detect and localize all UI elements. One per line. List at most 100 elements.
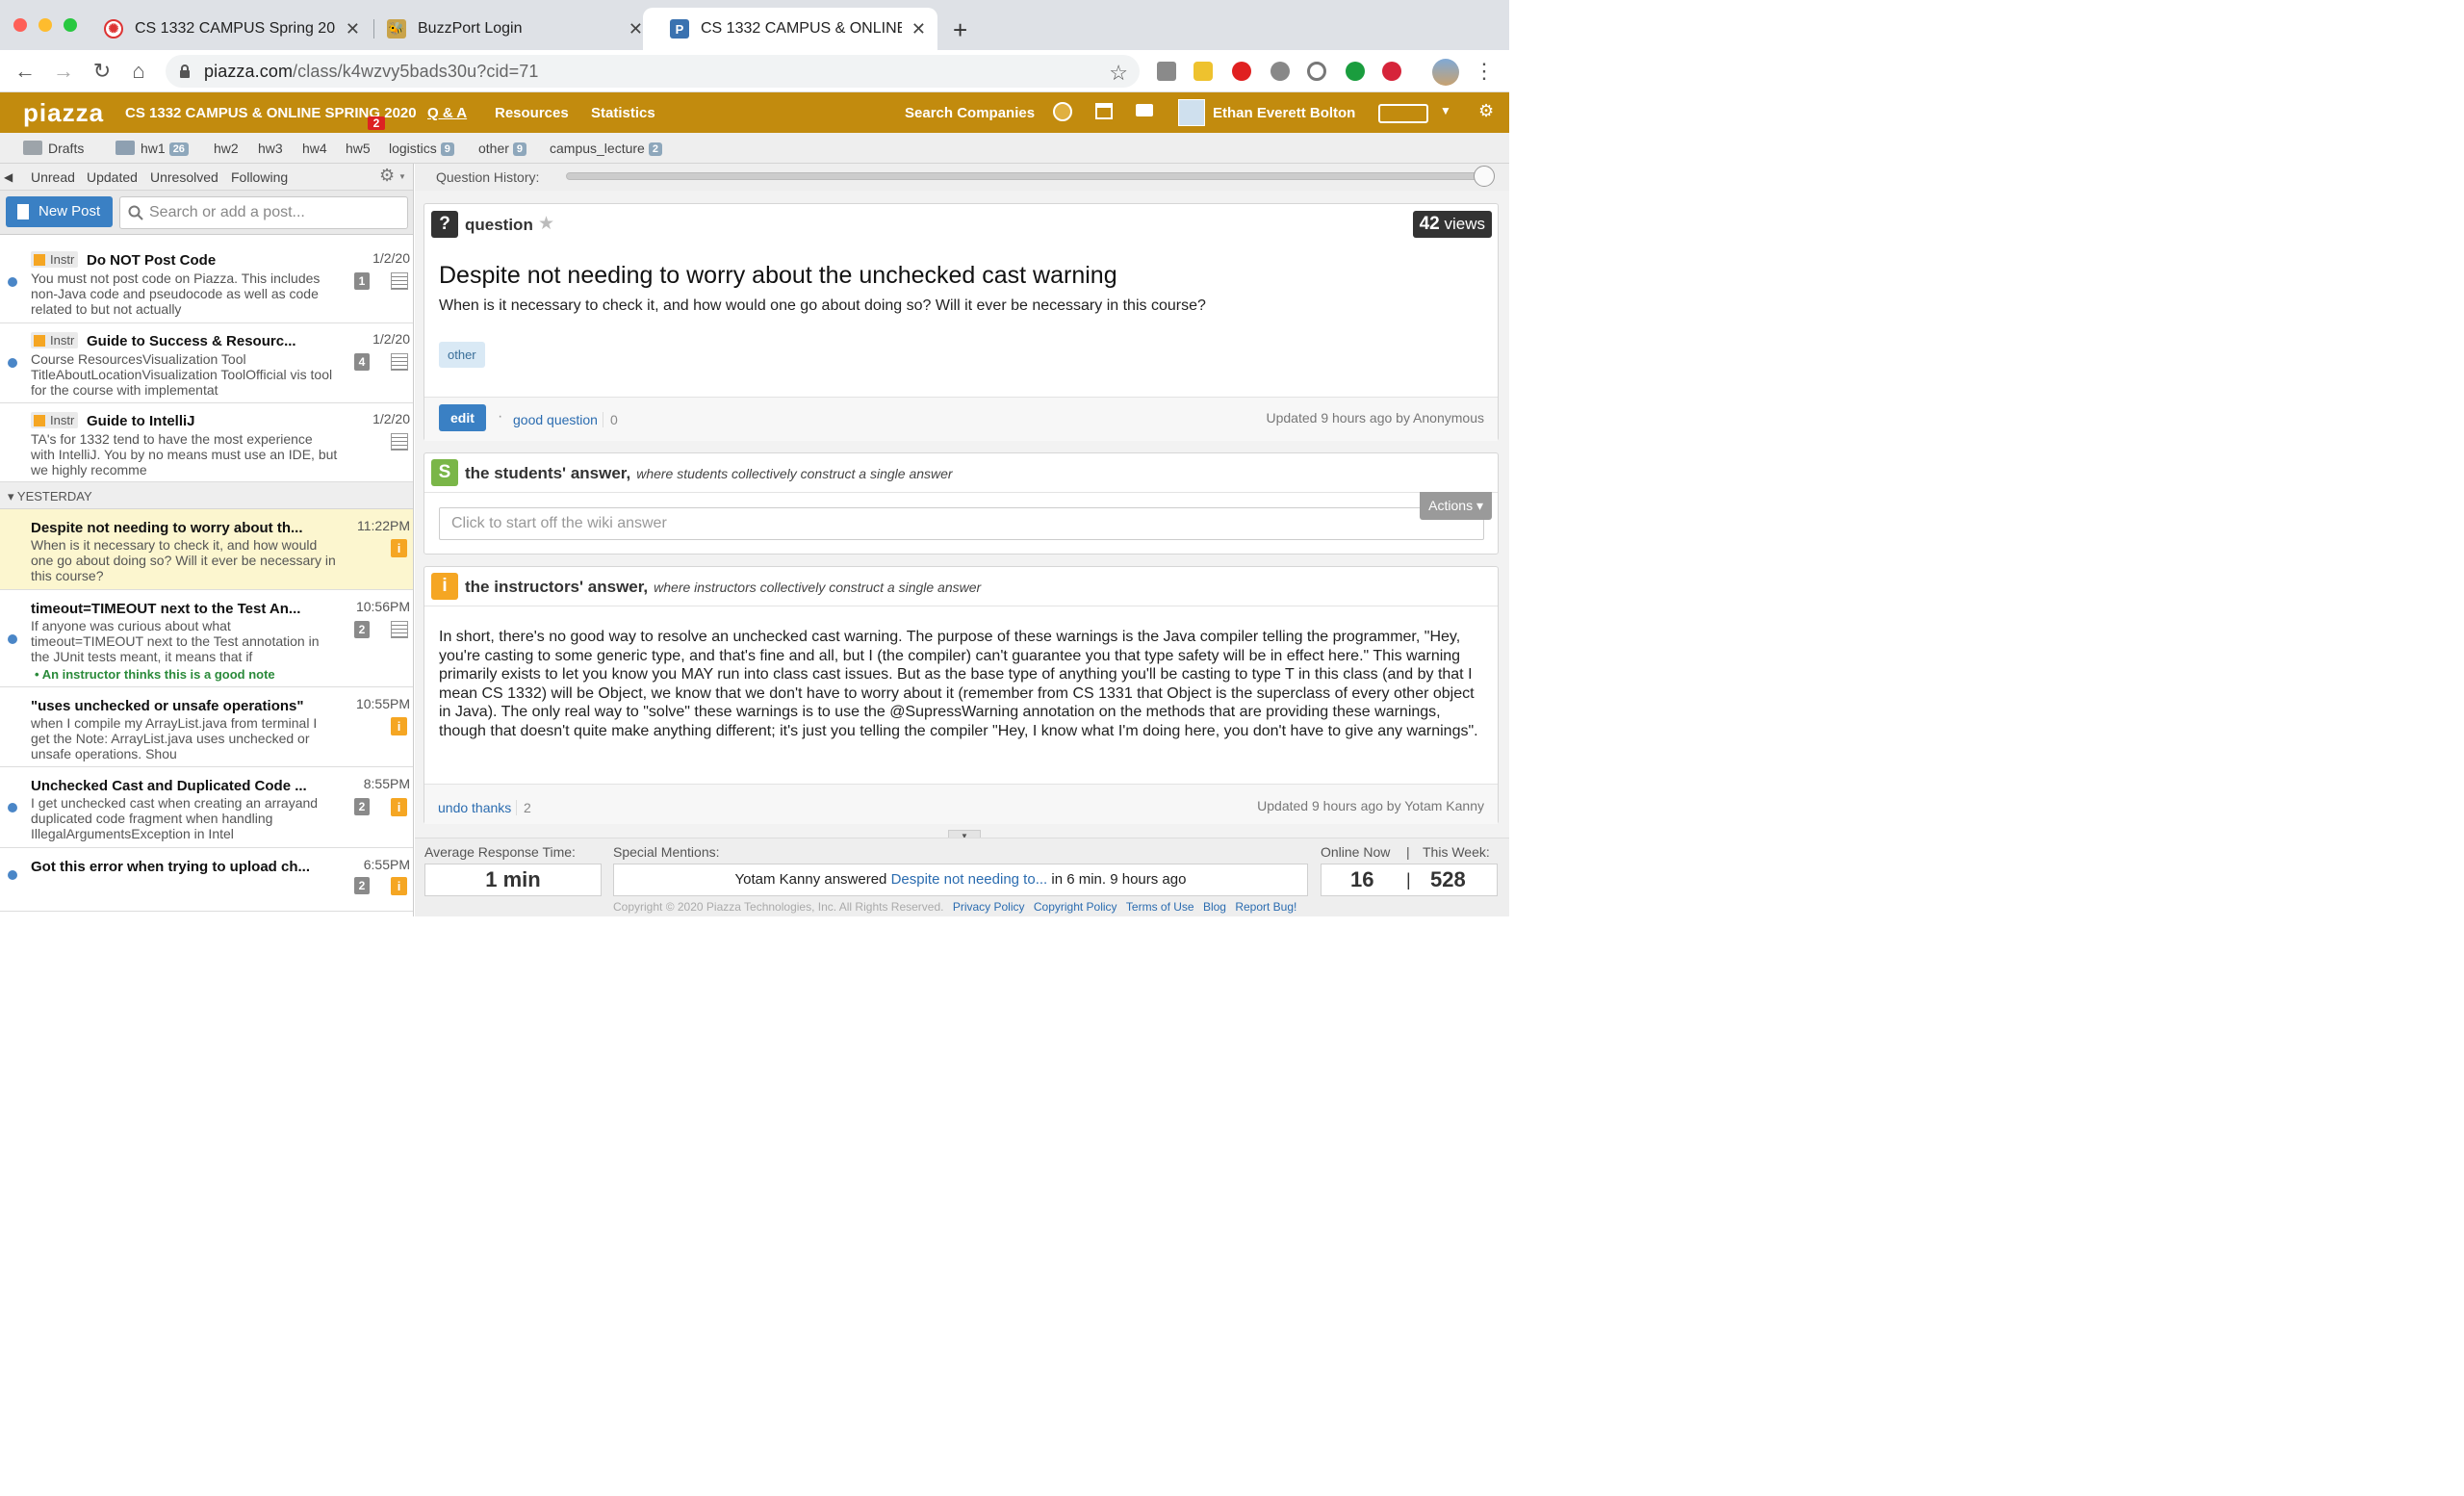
footer-link-privacy[interactable]: Privacy Policy	[953, 900, 1025, 914]
gear-icon[interactable]: ⚙	[379, 166, 395, 186]
folder-logistics[interactable]: logistics 9	[389, 141, 454, 156]
folder-hw2[interactable]: hw2	[214, 141, 239, 156]
list-item[interactable]: Instr Guide to Success & Resourc... Cour…	[0, 323, 413, 403]
post-time: 6:55PM	[363, 857, 410, 872]
history-slider-track[interactable]	[566, 172, 1486, 180]
instructors-answer-heading: the instructors' answer, where instructor…	[465, 578, 982, 596]
caret-down-icon[interactable]: ▼	[398, 172, 406, 181]
close-tab-icon[interactable]: ✕	[629, 19, 643, 39]
post-title: Unchecked Cast and Duplicated Code ...	[31, 778, 307, 794]
list-item[interactable]: Unchecked Cast and Duplicated Code ... I…	[0, 767, 413, 848]
gear-icon[interactable]: ⚙	[1478, 101, 1494, 121]
filter-updated[interactable]: Updated	[87, 169, 138, 185]
undo-thanks-link[interactable]: undo thanks	[438, 800, 511, 815]
course-notification-badge: 2	[368, 116, 385, 130]
calendar-icon[interactable]	[1095, 103, 1113, 119]
post-snippet: Course ResourcesVisualization Tool Title…	[31, 351, 333, 398]
close-tab-icon[interactable]: ✕	[911, 19, 926, 39]
list-item[interactable]: Got this error when trying to upload ch.…	[0, 848, 413, 912]
filter-following[interactable]: Following	[231, 169, 288, 185]
new-post-button[interactable]: New Post	[6, 196, 113, 227]
folder-hw5[interactable]: hw5	[346, 141, 371, 156]
nav-link-statistics[interactable]: Statistics	[591, 105, 655, 121]
note-icon	[391, 272, 408, 290]
list-item[interactable]: timeout=TIMEOUT next to the Test An... I…	[0, 590, 413, 687]
avatar[interactable]	[1178, 99, 1205, 126]
mention-post-link[interactable]: Despite not needing to...	[891, 871, 1048, 888]
special-mentions-label: Special Mentions:	[613, 844, 720, 860]
menu-icon[interactable]: ⋮	[1473, 60, 1496, 83]
footer-link-terms[interactable]: Terms of Use	[1126, 900, 1194, 914]
folder-hw3[interactable]: hw3	[258, 141, 283, 156]
folder-hw1[interactable]: hw1 26	[116, 141, 189, 156]
search-input[interactable]: Search or add a post...	[119, 196, 408, 229]
views-count: 42	[1419, 214, 1440, 234]
bird-extension-icon[interactable]	[1270, 62, 1290, 81]
2048-extension-icon[interactable]	[1194, 62, 1213, 81]
browser-tab-bar: ✺ CS 1332 CAMPUS Spring 2020 ✕ 🐝 BuzzPor…	[0, 0, 1509, 50]
close-window-button[interactable]	[13, 18, 27, 32]
good-question-link[interactable]: good question	[513, 412, 598, 427]
new-tab-button[interactable]: +	[953, 15, 967, 45]
folder-tag-other[interactable]: other	[439, 342, 485, 368]
browser-tab-2[interactable]: 🐝 BuzzPort Login ✕	[360, 8, 654, 50]
footer-link-copyright[interactable]: Copyright Policy	[1034, 900, 1117, 914]
list-item[interactable]: "uses unchecked or unsafe operations" wh…	[0, 687, 413, 767]
post-snippet: when I compile my ArrayList.java from te…	[31, 715, 318, 761]
footer-link-report-bug[interactable]: Report Bug!	[1235, 900, 1296, 914]
instructor-answer-icon: i	[391, 539, 407, 557]
search-companies-link[interactable]: Search Companies	[905, 105, 1035, 121]
actions-button[interactable]: Actions ▾	[1420, 492, 1492, 520]
swirl-extension-icon[interactable]	[1307, 62, 1326, 81]
nav-link-qa[interactable]: Q & A	[427, 105, 467, 121]
piazza-logo[interactable]: piazza	[23, 98, 104, 128]
refresh-extension-icon[interactable]	[1382, 62, 1401, 81]
filter-unresolved[interactable]: Unresolved	[150, 169, 218, 185]
forward-icon[interactable]: →	[52, 60, 75, 83]
this-week-value: 528	[1430, 867, 1466, 891]
tab-title: BuzzPort Login	[418, 20, 523, 37]
star-icon[interactable]: ★	[538, 213, 554, 235]
copyright: Copyright © 2020 Piazza Technologies, In…	[613, 900, 944, 914]
zoom-window-button[interactable]	[64, 18, 77, 32]
browser-tab-3[interactable]: P CS 1332 CAMPUS & ONLINE S ✕	[643, 8, 937, 50]
history-slider-handle[interactable]	[1474, 166, 1495, 187]
class-dropdown[interactable]	[1378, 104, 1428, 123]
collapse-icon[interactable]: ◀	[4, 170, 13, 184]
nav-link-resources[interactable]: Resources	[495, 105, 569, 121]
hand-extension-icon[interactable]	[1232, 62, 1251, 81]
camera-extension-icon[interactable]	[1157, 62, 1176, 81]
close-tab-icon[interactable]: ✕	[346, 19, 360, 39]
filter-unread[interactable]: Unread	[31, 169, 75, 185]
reload-icon[interactable]: ↻	[90, 60, 114, 83]
group-header-yesterday[interactable]: ▾ YESTERDAY	[0, 482, 413, 509]
question-body: When is it necessary to check it, and ho…	[439, 297, 1206, 314]
profile-avatar-icon[interactable]	[1432, 59, 1459, 86]
folder-label: hw3	[258, 141, 283, 156]
minimize-window-button[interactable]	[38, 18, 52, 32]
user-name[interactable]: Ethan Everett Bolton	[1213, 105, 1355, 121]
list-item[interactable]: Instr Do NOT Post Code You must not post…	[0, 243, 413, 323]
folder-hw4[interactable]: hw4	[302, 141, 327, 156]
tab-title: CS 1332 CAMPUS & ONLINE S	[701, 20, 902, 37]
browser-tab-1[interactable]: ✺ CS 1332 CAMPUS Spring 2020 ✕	[77, 8, 372, 50]
folder-campus-lecture[interactable]: campus_lecture 2	[550, 141, 662, 156]
unread-dot	[8, 870, 17, 880]
star-icon[interactable]: ☆	[1109, 61, 1128, 86]
chat-icon[interactable]	[1136, 104, 1153, 116]
home-icon[interactable]: ⌂	[127, 60, 150, 83]
folder-drafts[interactable]: Drafts	[23, 141, 84, 156]
d-extension-icon[interactable]	[1346, 62, 1365, 81]
list-item[interactable]: Instr Guide to IntelliJ TA's for 1332 te…	[0, 403, 413, 482]
wiki-answer-input[interactable]: Click to start off the wiki answer	[439, 507, 1484, 540]
folder-icon	[23, 141, 42, 155]
folder-other[interactable]: other 9	[478, 141, 527, 156]
footer-link-blog[interactable]: Blog	[1203, 900, 1226, 914]
back-icon[interactable]: ←	[13, 60, 37, 83]
address-bar[interactable]: piazza.com/class/k4wzvy5bads30u?cid=71 ☆	[166, 55, 1140, 88]
globe-icon[interactable]	[1053, 102, 1072, 121]
caret-down-icon[interactable]: ▼	[1440, 104, 1451, 117]
edit-button[interactable]: edit	[439, 404, 486, 431]
stats-divider: |	[1406, 844, 1410, 860]
list-item[interactable]: Despite not needing to worry about th...…	[0, 509, 413, 590]
